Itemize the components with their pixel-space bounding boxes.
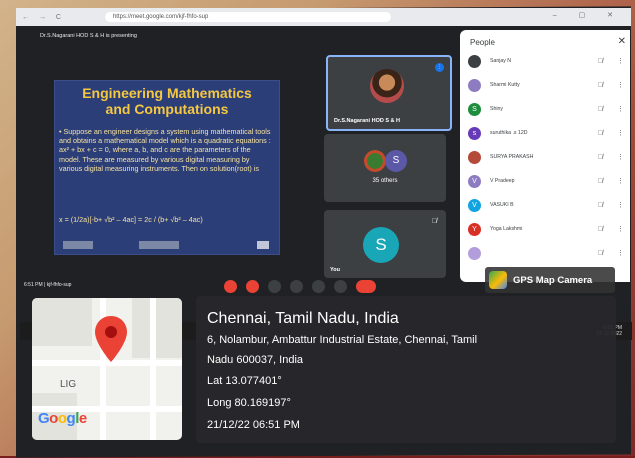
participant-avatar (468, 54, 481, 68)
control-buttons (224, 280, 385, 293)
mic-off-icon: 🎙̸ (597, 105, 603, 113)
gps-datetime: 21/12/22 06:51 PM (207, 419, 300, 431)
end-call-button[interactable] (356, 280, 376, 293)
more-options-icon[interactable]: ⋮ (617, 129, 624, 137)
location-map: LIG Google (32, 298, 182, 440)
self-label: You (330, 267, 340, 273)
presenter-tile[interactable]: ⋮ Dr.S.Nagarani HOD S & H (326, 55, 452, 131)
people-panel: People ✕ Sanjay N 🎙̸ ⋮ Sharmi Kutty 🎙̸ ⋮ S Shin… (460, 30, 630, 282)
slide-footer-right (257, 241, 269, 249)
participant-row[interactable]: Sharmi Kutty 🎙̸ ⋮ (464, 76, 624, 94)
slide-formula: x = (1/2a)[-b+ √b² – 4ac] = 2c / (b+ √b²… (59, 215, 203, 224)
gps-camera-logo-icon (489, 271, 507, 289)
present-button[interactable] (312, 280, 325, 293)
slide-footer-left (63, 241, 93, 249)
slide-title: Engineering Mathematics and Computations (55, 85, 279, 117)
address-bar[interactable]: https://meet.google.com/kjf-fhfo-sup (104, 12, 391, 22)
participant-name: VASUKI B (490, 202, 514, 208)
participant-avatar: S (468, 102, 481, 116)
participant-name: Shiny (490, 106, 503, 112)
mic-toggle-button[interactable] (224, 280, 237, 293)
participant-avatar: V (468, 198, 481, 212)
more-options-icon[interactable]: ⋮ (617, 249, 624, 257)
participant-name: Sharmi Kutty (490, 82, 520, 88)
participant-row[interactable]: S Shiny 🎙̸ ⋮ (464, 100, 624, 118)
more-options-icon[interactable]: ⋮ (617, 105, 624, 113)
captions-button[interactable] (268, 280, 281, 293)
participant-avatar: Y (468, 222, 481, 236)
gps-camera-badge: GPS Map Camera (485, 267, 615, 293)
slide-title-line2: and Computations (105, 101, 229, 117)
close-icon[interactable]: ✕ (618, 36, 626, 47)
participant-row[interactable]: 🎙̸ ⋮ (464, 244, 624, 262)
more-options-icon[interactable]: ⋮ (617, 153, 624, 161)
more-options-icon[interactable]: ⋮ (617, 177, 624, 185)
speaking-indicator-icon: ⋮ (435, 63, 444, 72)
gps-address-line2: Nadu 600037, India (207, 354, 304, 366)
raise-hand-button[interactable] (290, 280, 303, 293)
participant-avatar: V (468, 174, 481, 188)
participant-row[interactable]: SURYA PRAKASH 🎙̸ ⋮ (464, 148, 624, 166)
others-tile[interactable]: S 35 others (324, 134, 446, 202)
participant-avatar (468, 78, 481, 92)
participant-avatar (468, 246, 481, 260)
map-block (132, 298, 182, 358)
mic-off-icon: 🎙̸ (597, 249, 603, 257)
map-pin-icon (95, 316, 127, 362)
map-area-label: LIG (60, 379, 77, 390)
participant-row[interactable]: Sanjay N 🎙̸ ⋮ (464, 52, 624, 70)
mic-off-icon: 🎙̸ (597, 81, 603, 89)
participant-avatar (468, 150, 481, 164)
browser-nav-icons[interactable]: ← → C (22, 14, 65, 21)
gps-info-panel: Chennai, Tamil Nadu, India 6, Nolambur, … (196, 296, 616, 443)
gps-address-line1: 6, Nolambur, Ambattur Industrial Estate,… (207, 334, 478, 346)
participant-name: SURYA PRAKASH (490, 154, 534, 160)
more-options-icon[interactable]: ⋮ (617, 225, 624, 233)
gps-city: Chennai, Tamil Nadu, India (207, 310, 399, 327)
more-options-icon[interactable]: ⋮ (617, 201, 624, 209)
participant-name: Sanjay N (490, 58, 512, 64)
participant-row[interactable]: s suruthika .s 12D 🎙̸ ⋮ (464, 124, 624, 142)
mic-off-icon: 🎙̸ (431, 218, 437, 225)
mic-off-icon: 🎙̸ (597, 153, 603, 161)
meeting-time: 6:51 PM | kjf-fhfo-sup (24, 282, 72, 288)
mic-off-icon: 🎙̸ (597, 177, 603, 185)
gps-camera-label: GPS Map Camera (513, 274, 593, 286)
others-count: 35 others (372, 178, 398, 184)
gps-longitude: Long 80.169197° (207, 397, 291, 409)
participant-row[interactable]: V V Pradeep 🎙̸ ⋮ (464, 172, 624, 190)
mic-off-icon: 🎙̸ (597, 201, 603, 209)
window-controls[interactable]: – ▢ ✕ (553, 11, 623, 19)
participant-row[interactable]: V VASUKI B 🎙̸ ⋮ (464, 196, 624, 214)
more-options-button[interactable] (334, 280, 347, 293)
mic-off-icon: 🎙̸ (597, 129, 603, 137)
mic-off-icon: 🎙̸ (597, 225, 603, 233)
slide-title-line1: Engineering Mathematics (82, 85, 252, 101)
gps-latitude: Lat 13.077401° (207, 375, 282, 387)
more-options-icon[interactable]: ⋮ (617, 57, 624, 65)
self-avatar: S (363, 227, 399, 263)
more-options-icon[interactable]: ⋮ (617, 81, 624, 89)
slide-footer-mid (139, 241, 179, 249)
participant-photo (364, 150, 386, 172)
participant-name: suruthika .s 12D (490, 130, 528, 136)
participant-row[interactable]: Y Yoga Lakshmi 🎙̸ ⋮ (464, 220, 624, 238)
presenting-banner: Dr.S.Nagarani HOD S & H is presenting (40, 33, 137, 39)
participant-avatar: s (468, 126, 481, 140)
map-road (150, 298, 156, 440)
self-tile[interactable]: 🎙̸ S You (324, 210, 446, 278)
camera-toggle-button[interactable] (246, 280, 259, 293)
people-panel-title: People (470, 38, 495, 47)
browser-toolbar: ← → C https://meet.google.com/kjf-fhfo-s… (16, 8, 631, 26)
presenter-photo (370, 69, 404, 103)
presentation-slide: Engineering Mathematics and Computations… (54, 80, 280, 255)
slide-body: • Suppose an engineer designs a system u… (59, 127, 271, 173)
mic-off-icon: 🎙̸ (597, 57, 603, 65)
google-logo: Google (38, 410, 87, 427)
map-block (32, 298, 92, 346)
participant-name: V Pradeep (490, 178, 515, 184)
participant-avatar: S (385, 150, 407, 172)
presenter-name: Dr.S.Nagarani HOD S & H (334, 118, 401, 124)
participant-name: Yoga Lakshmi (490, 226, 523, 232)
